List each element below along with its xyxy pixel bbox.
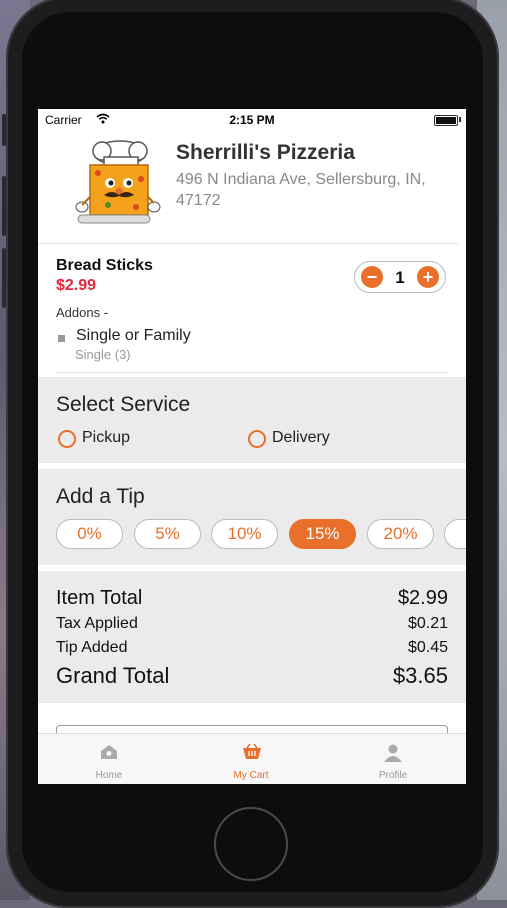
tab-bar: Home My Cart Profile xyxy=(38,733,466,784)
tip-option-partial[interactable] xyxy=(444,519,466,549)
grand-total-value: $3.65 xyxy=(392,663,448,688)
tip-option-20[interactable]: 20% xyxy=(367,519,434,549)
tip-option-5[interactable]: 5% xyxy=(134,519,201,549)
addon-name: Single or Family xyxy=(76,327,191,344)
select-service-section: Select Service Pickup Delivery xyxy=(38,377,466,463)
volume-down-button xyxy=(2,248,6,308)
item-total-value: $2.99 xyxy=(397,587,448,609)
restaurant-header: Sherrilli's Pizzeria 496 N Indiana Ave, … xyxy=(38,129,466,243)
tab-profile[interactable]: Profile xyxy=(322,734,464,784)
tab-my-cart[interactable]: My Cart xyxy=(180,734,322,784)
increase-quantity-button[interactable]: + xyxy=(417,266,439,288)
item-name: Bread Sticks xyxy=(56,257,153,274)
tab-home-label: Home xyxy=(95,770,123,781)
pickup-label[interactable]: Pickup xyxy=(82,429,130,447)
restaurant-address: 496 N Indiana Ave, Sellersburg, IN, 4717… xyxy=(176,171,426,209)
tax-label: Tax Applied xyxy=(56,615,138,632)
order-totals: Item Total $2.99 Tax Applied $0.21 Tip A… xyxy=(38,571,466,703)
add-tip-section: Add a Tip 0% 5% 10% 15% 20% xyxy=(38,469,466,565)
addon-detail: Single (3) xyxy=(75,347,131,362)
service-title: Select Service xyxy=(56,393,191,416)
delivery-radio[interactable] xyxy=(248,430,266,448)
tax-value: $0.21 xyxy=(407,615,448,632)
tip-option-10[interactable]: 10% xyxy=(211,519,278,549)
status-bar: Carrier 2:15 PM xyxy=(38,109,466,129)
tab-my-cart-label: My Cart xyxy=(233,770,269,781)
addons-label: Addons - xyxy=(56,305,109,320)
divider xyxy=(38,243,458,244)
mute-switch xyxy=(2,114,6,146)
grand-total-label: Grand Total xyxy=(56,663,170,688)
tip-option-0[interactable]: 0% xyxy=(56,519,123,549)
tip-option-15[interactable]: 15% xyxy=(289,519,356,549)
item-total-label: Item Total xyxy=(56,587,143,609)
cart-item: Bread Sticks $2.99 Addons - Single or Fa… xyxy=(38,245,466,375)
app-screen: Carrier 2:15 PM Sherrilli's Pizzeria 496… xyxy=(38,109,466,784)
tab-profile-label: Profile xyxy=(378,770,408,781)
tip-title: Add a Tip xyxy=(56,485,145,508)
battery-icon xyxy=(434,115,458,126)
addon-bullet xyxy=(58,335,65,342)
delivery-label[interactable]: Delivery xyxy=(272,429,330,447)
divider xyxy=(56,372,448,373)
home-button[interactable] xyxy=(214,807,288,881)
restaurant-name: Sherrilli's Pizzeria xyxy=(176,141,355,164)
tip-label: Tip Added xyxy=(56,639,128,656)
status-time: 2:15 PM xyxy=(229,113,275,127)
tab-home[interactable]: Home xyxy=(38,734,180,784)
quantity-stepper: − 1 + xyxy=(354,261,446,293)
tip-value: $0.45 xyxy=(407,639,448,656)
volume-up-button xyxy=(2,176,6,236)
profile-icon xyxy=(384,744,402,762)
restaurant-logo xyxy=(75,140,161,224)
cart-icon xyxy=(243,744,261,759)
pickup-radio[interactable] xyxy=(58,430,76,448)
home-icon xyxy=(101,745,117,759)
battery-tip xyxy=(459,117,461,122)
item-price: $2.99 xyxy=(56,277,97,294)
